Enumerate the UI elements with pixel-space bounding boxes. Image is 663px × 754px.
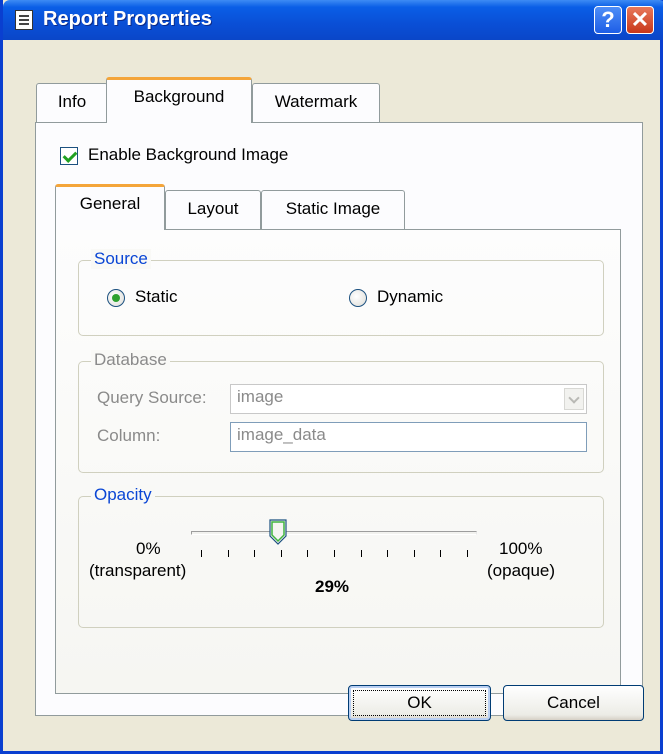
source-group: Source Static Dynamic bbox=[78, 249, 604, 336]
help-icon: ? bbox=[601, 7, 615, 32]
dialog-window: Report Properties ? ✕ Info Background Wa… bbox=[0, 0, 663, 754]
database-legend: Database bbox=[91, 350, 170, 370]
slider-tick bbox=[387, 550, 389, 557]
tab-general[interactable]: General bbox=[55, 184, 165, 230]
general-tab-panel: Source Static Dynamic Database Query Sou… bbox=[55, 229, 621, 694]
tab-label: Background bbox=[133, 87, 225, 106]
tab-layout[interactable]: Layout bbox=[165, 190, 261, 230]
source-legend: Source bbox=[91, 249, 151, 269]
close-button[interactable]: ✕ bbox=[626, 6, 654, 34]
chevron-down-icon[interactable] bbox=[564, 388, 584, 410]
opacity-max-sub: (opaque) bbox=[487, 561, 556, 580]
query-source-value: image bbox=[237, 387, 284, 406]
close-icon: ✕ bbox=[630, 7, 650, 32]
tab-label: Info bbox=[57, 92, 87, 111]
background-tab-panel: Enable Background Image General Layout S… bbox=[35, 122, 643, 716]
column-label: Column: bbox=[97, 426, 161, 445]
slider-tick bbox=[360, 550, 362, 557]
slider-tick bbox=[280, 550, 282, 557]
tab-static-image[interactable]: Static Image bbox=[261, 190, 405, 230]
cancel-button[interactable]: Cancel bbox=[503, 685, 644, 721]
dialog-content: Info Background Watermark Enable Backgro… bbox=[6, 40, 663, 754]
help-button[interactable]: ? bbox=[594, 6, 622, 34]
dynamic-radio[interactable] bbox=[349, 289, 367, 307]
enable-background-checkbox[interactable] bbox=[60, 147, 78, 165]
static-label: Static bbox=[135, 287, 178, 306]
tab-label: Watermark bbox=[274, 92, 358, 111]
opacity-slider-track[interactable] bbox=[191, 531, 477, 535]
tab-watermark[interactable]: Watermark bbox=[252, 83, 380, 123]
column-field[interactable]: image_data bbox=[230, 422, 587, 452]
opacity-min-sub: (transparent) bbox=[89, 561, 187, 580]
title-bar[interactable]: Report Properties ? ✕ bbox=[3, 0, 663, 40]
database-group: Database Query Source: image Column: ima… bbox=[78, 350, 604, 473]
slider-tick bbox=[413, 550, 415, 557]
opacity-value: 29% bbox=[315, 577, 350, 596]
dynamic-label: Dynamic bbox=[377, 287, 444, 306]
tab-label: Static Image bbox=[285, 199, 381, 218]
tab-info[interactable]: Info bbox=[36, 83, 108, 123]
static-radio[interactable] bbox=[107, 289, 125, 307]
query-source-label: Query Source: bbox=[97, 388, 207, 407]
opacity-group: Opacity 0% (transparent) 100% (opaque) 2… bbox=[78, 485, 604, 628]
opacity-max-label: 100% bbox=[499, 539, 543, 558]
document-icon bbox=[15, 10, 33, 30]
window-title: Report Properties bbox=[43, 8, 212, 30]
cancel-label: Cancel bbox=[547, 693, 600, 712]
column-value: image_data bbox=[237, 425, 326, 444]
tab-label: General bbox=[79, 194, 141, 213]
opacity-legend: Opacity bbox=[91, 485, 155, 505]
slider-tick bbox=[307, 550, 309, 557]
opacity-min-label: 0% bbox=[136, 539, 161, 558]
slider-tick bbox=[467, 550, 468, 557]
focus-rect bbox=[353, 690, 486, 716]
slider-tick bbox=[201, 550, 202, 557]
enable-background-label: Enable Background Image bbox=[88, 145, 289, 164]
slider-tick bbox=[254, 550, 256, 557]
slider-tick bbox=[334, 550, 335, 557]
slider-tick bbox=[227, 550, 229, 557]
tab-background[interactable]: Background bbox=[106, 77, 252, 123]
slider-tick bbox=[440, 550, 442, 557]
query-source-select[interactable]: image bbox=[230, 384, 587, 414]
opacity-slider-thumb[interactable] bbox=[269, 519, 287, 545]
tab-label: Layout bbox=[187, 199, 239, 218]
ok-button[interactable]: OK bbox=[348, 685, 491, 721]
